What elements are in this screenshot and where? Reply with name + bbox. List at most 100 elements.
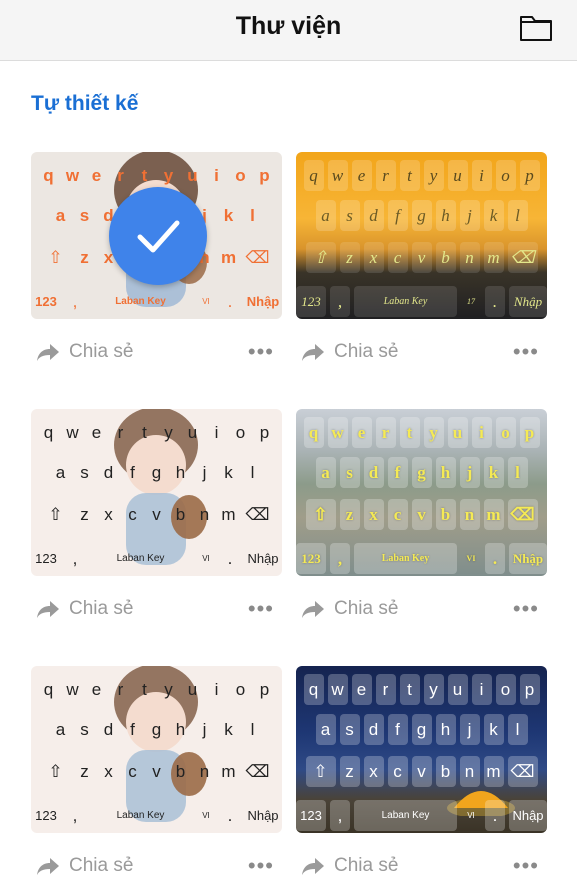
key: d bbox=[363, 714, 384, 745]
key: j bbox=[202, 462, 207, 482]
shift-icon: ⇧ bbox=[48, 761, 63, 781]
key: u bbox=[447, 674, 468, 705]
key: y bbox=[423, 160, 444, 191]
key: g bbox=[411, 714, 432, 745]
key: b bbox=[435, 499, 456, 530]
shift-icon: ⇧ bbox=[305, 756, 336, 787]
key: e bbox=[351, 674, 372, 705]
share-icon[interactable] bbox=[301, 342, 325, 362]
key: l bbox=[507, 714, 528, 745]
key: j bbox=[459, 200, 480, 231]
key: s bbox=[80, 462, 89, 482]
share-label[interactable]: Chia sẻ bbox=[69, 598, 133, 620]
theme-card-2[interactable]: q w e r t y u i o p a s d f g h j k l ⇧ … bbox=[296, 152, 547, 319]
key: f bbox=[387, 714, 408, 745]
card-actions: Chia sẻ ••• bbox=[296, 339, 547, 367]
theme-card-6[interactable]: q w e r t y u i o p a s d f g h j k l ⇧ … bbox=[296, 666, 547, 833]
key: w bbox=[327, 160, 348, 191]
lang-label: VI bbox=[202, 554, 210, 563]
key: b bbox=[435, 242, 456, 273]
space-key: Laban Key bbox=[116, 553, 165, 564]
share-label[interactable]: Chia sẻ bbox=[334, 855, 398, 877]
key: s bbox=[339, 714, 360, 745]
key: q bbox=[43, 165, 54, 185]
key: r bbox=[375, 417, 396, 448]
enter-key: Nhập bbox=[247, 551, 279, 566]
key: r bbox=[117, 679, 124, 699]
key: n bbox=[459, 499, 480, 530]
key: j bbox=[459, 714, 480, 745]
more-icon[interactable]: ••• bbox=[513, 339, 539, 365]
key: s bbox=[339, 457, 360, 488]
share-icon[interactable] bbox=[36, 599, 60, 619]
shift-icon: ⇧ bbox=[48, 504, 63, 524]
comma-key: , bbox=[72, 805, 78, 825]
key: i bbox=[214, 679, 219, 699]
lang-label: VI bbox=[202, 811, 210, 820]
backspace-icon: ⌫ bbox=[507, 242, 538, 273]
num-key: 123 bbox=[296, 800, 326, 831]
key: v bbox=[411, 756, 432, 787]
checkmark-icon bbox=[137, 220, 180, 253]
more-icon[interactable]: ••• bbox=[248, 596, 274, 622]
key: e bbox=[351, 160, 372, 191]
share-icon[interactable] bbox=[36, 856, 60, 876]
folder-icon[interactable] bbox=[519, 12, 553, 42]
key: p bbox=[519, 160, 540, 191]
theme-card-5[interactable]: q w e r t y u i o p a s d f g h j k l ⇧ … bbox=[31, 666, 282, 833]
key: i bbox=[471, 160, 492, 191]
period-key: . bbox=[485, 800, 505, 831]
key: t bbox=[399, 674, 420, 705]
key: w bbox=[66, 422, 79, 442]
key: k bbox=[224, 462, 233, 482]
share-label[interactable]: Chia sẻ bbox=[69, 341, 133, 363]
theme-card-1[interactable]: q w e r t y u i o p a s d f g h j k l ⇧ … bbox=[31, 152, 282, 319]
key: h bbox=[435, 200, 456, 231]
card-actions: Chia sẻ ••• bbox=[31, 339, 282, 367]
key: h bbox=[435, 714, 456, 745]
key: q bbox=[303, 160, 324, 191]
more-icon[interactable]: ••• bbox=[513, 596, 539, 622]
key: t bbox=[142, 422, 147, 442]
key: z bbox=[339, 499, 360, 530]
backspace-icon: ⌫ bbox=[507, 756, 538, 787]
key: q bbox=[303, 674, 324, 705]
key: i bbox=[471, 674, 492, 705]
share-icon[interactable] bbox=[301, 599, 325, 619]
key: w bbox=[66, 679, 79, 699]
key: a bbox=[315, 200, 336, 231]
share-label[interactable]: Chia sẻ bbox=[334, 598, 398, 620]
space-key: Laban Key bbox=[115, 296, 166, 307]
key: l bbox=[507, 200, 528, 231]
theme-card-4[interactable]: q w e r t y u i o p a s d f g h j k l ⇧ … bbox=[296, 409, 547, 576]
share-icon[interactable] bbox=[301, 856, 325, 876]
key: z bbox=[339, 242, 360, 273]
key: k bbox=[224, 719, 233, 739]
more-icon[interactable]: ••• bbox=[248, 339, 274, 365]
more-icon[interactable]: ••• bbox=[248, 853, 274, 879]
key: s bbox=[79, 205, 90, 225]
period-key: . bbox=[485, 543, 505, 574]
share-label[interactable]: Chia sẻ bbox=[334, 341, 398, 363]
share-icon[interactable] bbox=[36, 342, 60, 362]
key: s bbox=[339, 200, 360, 231]
space-key: Laban Key bbox=[354, 800, 457, 831]
key: x bbox=[104, 504, 113, 524]
key: i bbox=[471, 417, 492, 448]
key: v bbox=[152, 504, 161, 524]
key: x bbox=[363, 756, 384, 787]
key: d bbox=[363, 200, 384, 231]
key: d bbox=[103, 462, 114, 482]
app-header: Thư viện bbox=[0, 0, 577, 61]
share-label[interactable]: Chia sẻ bbox=[69, 855, 133, 877]
key: k bbox=[483, 457, 504, 488]
key: h bbox=[435, 457, 456, 488]
key: k bbox=[483, 714, 504, 745]
key: j bbox=[202, 719, 207, 739]
key: u bbox=[187, 422, 198, 442]
theme-card-3[interactable]: q w e r t y u i o p a s d f g h j k l ⇧ … bbox=[31, 409, 282, 576]
period-key: . bbox=[485, 286, 505, 317]
key: d bbox=[103, 719, 114, 739]
key: d bbox=[363, 457, 384, 488]
more-icon[interactable]: ••• bbox=[513, 853, 539, 879]
